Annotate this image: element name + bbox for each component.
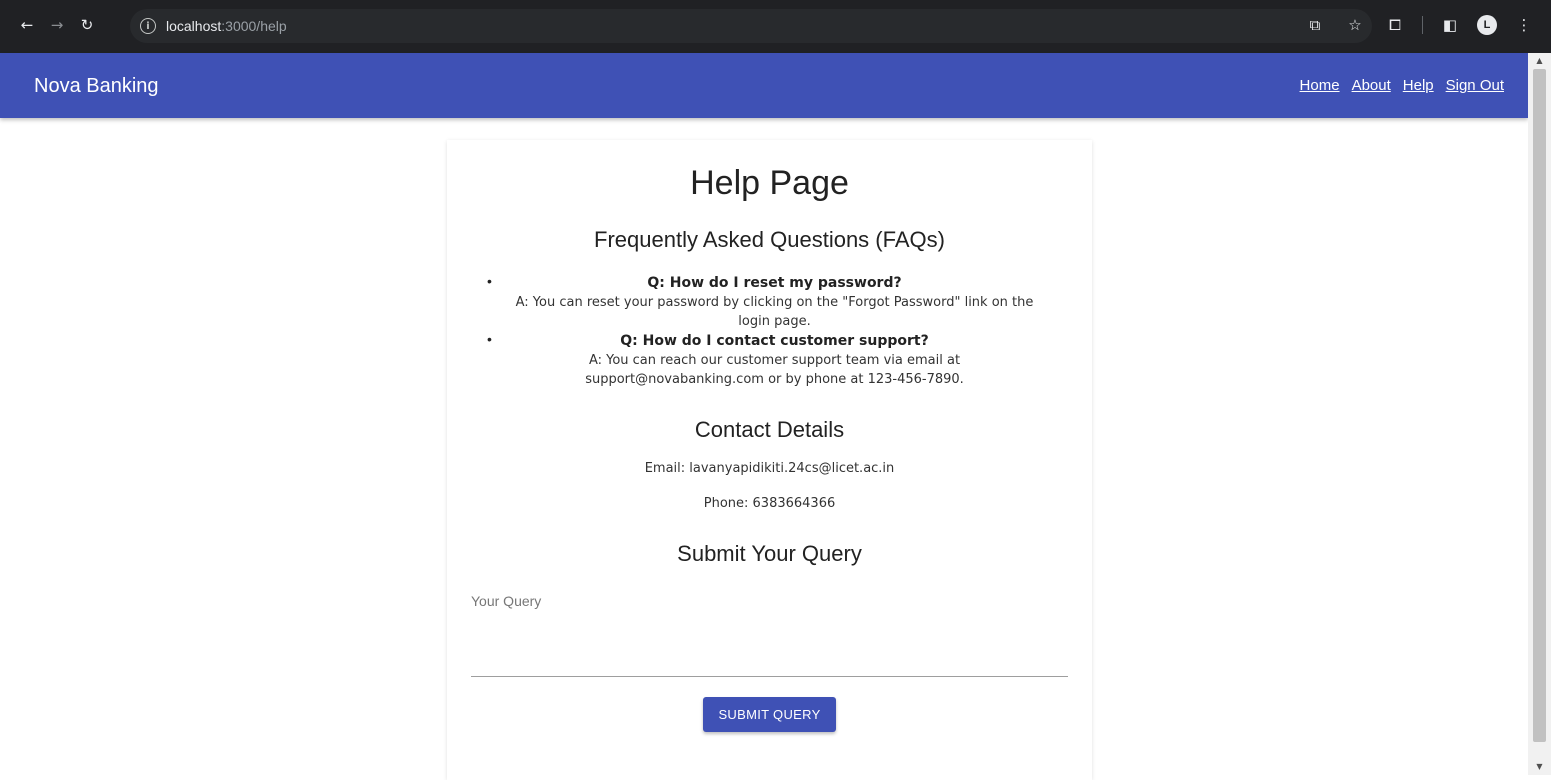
forward-arrow-icon[interactable]: → — [44, 12, 70, 38]
url-host: localhost — [166, 18, 222, 34]
menu-kebab-icon[interactable]: ⋮ — [1511, 12, 1537, 38]
side-panel-icon[interactable]: ◧ — [1437, 12, 1463, 38]
faq-question: Q: How do I contact customer support? — [620, 333, 929, 349]
nav-link-about[interactable]: About — [1352, 77, 1391, 94]
address-bar[interactable]: i localhost:3000/help — [130, 9, 1372, 43]
query-heading: Submit Your Query — [677, 541, 862, 566]
contact-phone: Phone: 6383664366 — [703, 496, 836, 511]
scrollbar-thumb[interactable] — [1533, 69, 1546, 742]
faq-question: Q: How do I reset my password? — [647, 275, 902, 291]
query-input[interactable] — [471, 591, 1068, 676]
site-info-icon[interactable]: i — [140, 18, 156, 34]
bullet-icon: • — [487, 273, 492, 289]
scroll-down-arrow-icon[interactable]: ▼ — [1528, 759, 1551, 775]
url-path: :3000/help — [221, 18, 287, 34]
app-navbar: Nova Banking Home About Help Sign Out — [0, 53, 1528, 118]
bookmark-star-icon[interactable]: ☆ — [1342, 12, 1368, 38]
query-field — [471, 591, 1068, 677]
bullet-icon: • — [487, 331, 492, 347]
toolbar-divider — [1422, 16, 1423, 34]
faq-answer: A: You can reset your password by clicki… — [515, 295, 1034, 329]
faq-item: • Q: How do I contact customer support? … — [487, 331, 1062, 389]
help-card: Help Page Frequently Asked Questions (FA… — [447, 140, 1092, 780]
browser-actions: ⧉ ☆ ⧠ ◧ L ⋮ — [1302, 12, 1537, 38]
browser-nav-buttons: ← → ↻ — [14, 12, 100, 38]
faq-answer: A: You can reach our customer support te… — [585, 353, 964, 387]
browser-toolbar: ← → ↻ i localhost:3000/help ⧉ ☆ ⧠ ◧ L ⋮ — [0, 0, 1551, 53]
page-scrollbar[interactable]: ▲ ▼ — [1528, 53, 1551, 775]
profile-avatar-icon[interactable]: L — [1477, 15, 1497, 35]
extensions-icon[interactable]: ⧠ — [1382, 12, 1408, 38]
nav-link-help[interactable]: Help — [1403, 77, 1434, 94]
brand-title: Nova Banking — [34, 75, 159, 97]
page-title: Help Page — [690, 164, 849, 202]
reload-icon[interactable]: ↻ — [74, 12, 100, 38]
submit-query-button[interactable]: SUBMIT QUERY — [703, 697, 836, 732]
faq-item: • Q: How do I reset my password? A: You … — [487, 273, 1062, 331]
back-arrow-icon[interactable]: ← — [14, 12, 40, 38]
cast-icon[interactable]: ⧉ — [1302, 12, 1328, 38]
contact-email: Email: lavanyapidikiti.24cs@licet.ac.in — [644, 461, 895, 476]
faq-list: • Q: How do I reset my password? A: You … — [447, 273, 1092, 389]
nav-link-home[interactable]: Home — [1300, 77, 1340, 94]
nav-links: Home About Help Sign Out — [1300, 77, 1504, 94]
nav-link-sign-out[interactable]: Sign Out — [1446, 77, 1504, 94]
faq-heading: Frequently Asked Questions (FAQs) — [594, 227, 945, 252]
scroll-up-arrow-icon[interactable]: ▲ — [1528, 53, 1551, 69]
contact-heading: Contact Details — [694, 417, 845, 442]
address-url[interactable]: localhost:3000/help — [166, 18, 287, 34]
